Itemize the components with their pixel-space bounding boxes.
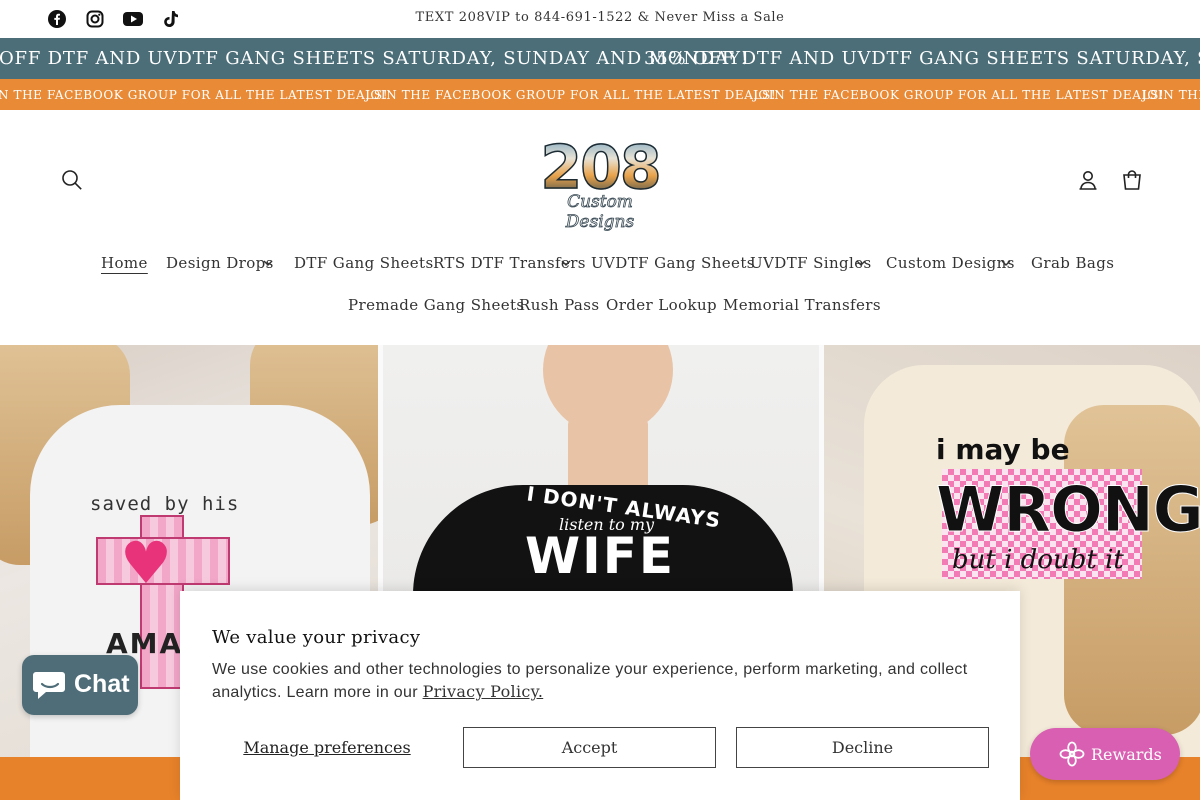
search-icon[interactable] <box>59 167 85 193</box>
chat-label: Chat <box>74 670 130 698</box>
deals-marquee-text: JOIN THE FACEBOOK GROUP FOR ALL THE LATE… <box>753 88 1165 102</box>
nav-home[interactable]: Home <box>101 254 148 272</box>
deals-marquee-text: N THE FACEBOOK GROUP FOR ALL THE LATEST … <box>0 88 389 102</box>
decline-button[interactable]: Decline <box>736 727 989 768</box>
cookie-body-text: We use cookies and other technologies to… <box>212 661 968 701</box>
cart-icon[interactable] <box>1119 167 1145 193</box>
shirt-text: WRONG <box>936 473 1200 547</box>
chevron-down-icon <box>263 260 273 266</box>
rewards-button[interactable]: Rewards <box>1030 728 1180 780</box>
rewards-label: Rewards <box>1091 745 1162 764</box>
cookie-message: We use cookies and other technologies to… <box>212 659 982 704</box>
site-header: 208 Custom Designs Home Design Drops DTF… <box>0 110 1200 345</box>
sale-marquee: OFF DTF AND UVDTF GANG SHEETS SATURDAY, … <box>0 38 1200 79</box>
shirt-text: saved by his <box>90 493 240 515</box>
nav-uvdtf-singles[interactable]: UVDTF Singles <box>750 254 872 272</box>
nav-design-drops[interactable]: Design Drops <box>166 254 274 272</box>
deals-marquee-text: JOIN THE FACEBOOK GROUP FOR ALL THE LATE… <box>365 88 777 102</box>
sale-marquee-text: OFF DTF AND UVDTF GANG SHEETS SATURDAY, … <box>0 48 749 69</box>
accept-button[interactable]: Accept <box>463 727 716 768</box>
nav-uvdtf-gang-sheets[interactable]: UVDTF Gang Sheets <box>591 254 755 272</box>
deals-marquee-text: JOIN THE <box>1142 88 1200 102</box>
announcement-bar: TEXT 208VIP to 844-691-1522 & Never Miss… <box>0 0 1200 38</box>
cookie-title: We value your privacy <box>212 627 421 648</box>
nav-memorial-transfers[interactable]: Memorial Transfers <box>723 296 881 314</box>
chevron-down-icon <box>856 260 866 266</box>
chat-bubble-icon <box>33 672 65 699</box>
sale-marquee-text: 35% OFF DTF AND UVDTF GANG SHEETS SATURD… <box>644 48 1200 69</box>
shirt-text: WIFE <box>525 527 676 585</box>
logo-number: 208 <box>533 135 667 201</box>
nav-rush-pass[interactable]: Rush Pass <box>519 296 599 314</box>
announcement-text: TEXT 208VIP to 844-691-1522 & Never Miss… <box>415 10 785 25</box>
heart-icon: ♥ <box>120 529 172 597</box>
shirt-text: i may be <box>936 433 1070 466</box>
nav-dtf-gang-sheets[interactable]: DTF Gang Sheets <box>294 254 434 272</box>
logo-script: Custom Designs <box>565 192 635 233</box>
chevron-down-icon <box>1001 260 1011 266</box>
manage-preferences-button[interactable]: Manage preferences <box>212 727 442 768</box>
nav-grab-bags[interactable]: Grab Bags <box>1031 254 1114 272</box>
shirt-text: but i doubt it <box>952 545 1124 575</box>
privacy-policy-link[interactable]: Privacy Policy. <box>423 682 544 701</box>
site-logo[interactable]: 208 Custom Designs <box>533 134 667 232</box>
chevron-down-icon <box>561 260 571 266</box>
chat-button[interactable]: Chat <box>22 655 138 715</box>
nav-order-lookup[interactable]: Order Lookup <box>606 296 717 314</box>
cookie-banner: We value your privacy We use cookies and… <box>180 591 1020 800</box>
deals-marquee: N THE FACEBOOK GROUP FOR ALL THE LATEST … <box>0 79 1200 110</box>
flower-icon <box>1059 741 1085 767</box>
account-icon[interactable] <box>1075 167 1101 193</box>
nav-custom-designs[interactable]: Custom Designs <box>886 254 1015 272</box>
nav-premade-gang-sheets[interactable]: Premade Gang Sheets <box>348 296 525 314</box>
